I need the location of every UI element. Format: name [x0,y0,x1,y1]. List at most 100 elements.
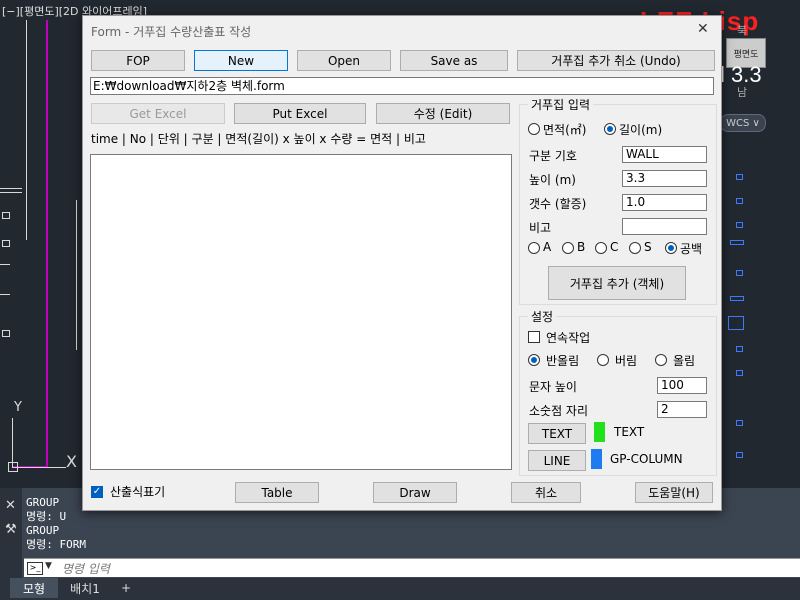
height-label: 높이 (m) [529,173,576,187]
side-c-radio[interactable] [595,242,607,254]
history-line: 명령: FORM [26,538,86,551]
prompt-icon[interactable]: >_ [27,562,43,575]
ucs-origin [8,462,18,472]
ucs-y-axis [12,418,13,468]
drawing-rect [2,212,10,219]
count-field[interactable]: 1.0 [622,194,707,211]
save-as-button[interactable]: Save as [400,50,508,71]
drawing-rect [736,420,743,426]
unit-length-label[interactable]: 길이(m) [619,121,662,138]
drawing-rect [730,240,744,245]
wcs-menu[interactable]: WCS ∨ [720,114,766,132]
round-down-label[interactable]: 버림 [615,352,637,369]
close-icon[interactable]: ✕ [697,21,709,37]
help-button[interactable]: 도움말(H) [635,482,713,503]
code-field[interactable]: WALL [622,146,707,163]
drawing-rect [736,174,743,180]
drawing-rect [2,330,10,337]
drawing-line [46,20,48,468]
version-label: l 3.3 [720,62,762,87]
text-color-swatch[interactable] [594,422,605,442]
continuous-checkbox[interactable] [528,331,540,343]
input-group-legend: 거푸집 입력 [531,98,591,112]
add-formwork-button[interactable]: 거푸집 추가 (객체) [548,266,686,300]
chevron-down-icon[interactable]: ▼ [45,561,52,571]
side-b-radio[interactable] [562,242,574,254]
drawing-line [0,188,22,189]
command-window-handle[interactable]: ✕ ⚒ [0,488,22,578]
tab-layout1[interactable]: 배치1 [62,578,108,598]
tab-model[interactable]: 모형 [10,578,58,598]
side-a-radio[interactable] [528,242,540,254]
history-line: GROUP [26,496,60,509]
entries-list[interactable] [90,154,512,470]
fop-button[interactable]: FOP [91,50,185,71]
decimals-field[interactable]: 2 [657,401,707,418]
dialog-title: Form - 거푸집 수량산출표 작성 [91,25,252,39]
side-b-label[interactable]: B [577,240,585,254]
get-excel-button[interactable]: Get Excel [91,103,225,124]
draw-button[interactable]: Draw [373,482,457,503]
put-excel-button[interactable]: Put Excel [234,103,366,124]
drawing-rect [736,452,743,458]
side-a-label[interactable]: A [543,240,551,254]
unit-area-label[interactable]: 면적(㎡) [543,121,586,138]
side-s-radio[interactable] [629,242,641,254]
side-blank-radio[interactable] [665,242,677,254]
drawing-rect [736,346,743,352]
viewcube-north[interactable]: 북 [737,22,747,38]
round-down-radio[interactable] [597,354,609,366]
drawing-rect [2,240,10,247]
edit-button[interactable]: 수정 (Edit) [376,103,510,124]
marker-checkbox[interactable]: ✓ [91,486,103,498]
file-path-field[interactable]: E:₩download₩지하2층 벽체.form [90,77,714,95]
columns-header: time | No | 단위 | 구분 | 면적(길이) x 높이 x 수량 =… [91,132,426,146]
line-layer-button[interactable]: LINE [528,450,586,471]
side-s-label[interactable]: S [644,240,652,254]
unit-area-radio[interactable] [528,123,540,135]
code-label: 구분 기호 [529,149,577,163]
drawing-rect [736,270,743,276]
history-line: 명령: U [26,510,67,523]
decimals-label: 소숫점 자리 [529,404,589,418]
add-layout-button[interactable]: + [116,578,136,598]
round-up-radio[interactable] [655,354,667,366]
drawing-line [26,20,27,240]
round-up-label[interactable]: 올림 [673,352,695,369]
command-history: GROUP 명령: U GROUP 명령: FORM [26,496,86,552]
line-layer-name: GP-COLUMN [610,452,683,466]
open-button[interactable]: Open [297,50,391,71]
side-blank-label[interactable]: 공백 [680,240,702,257]
axis-x-label: X [66,452,77,471]
text-height-field[interactable]: 100 [657,377,707,394]
marker-label[interactable]: 산출식표기 [110,483,165,500]
drawing-rect [736,198,743,204]
height-field[interactable]: 3.3 [622,170,707,187]
drawing-line [0,192,22,193]
table-button[interactable]: Table [235,482,319,503]
drawing-line [76,200,77,350]
wrench-icon[interactable]: ⚒ [5,522,17,537]
command-line[interactable]: >_ ▼ [24,558,800,577]
command-input[interactable] [60,560,764,577]
history-line: GROUP [26,524,60,537]
note-label: 비고 [529,221,552,235]
text-layer-name: TEXT [614,425,645,439]
drawing-rect [728,316,744,330]
note-field[interactable] [622,218,707,235]
round-half-radio[interactable] [528,354,540,366]
continuous-label[interactable]: 연속작업 [546,329,590,346]
axis-y-label: Y [14,400,22,415]
cancel-button[interactable]: 취소 [511,482,581,503]
unit-length-radio[interactable] [604,123,616,135]
undo-button[interactable]: 거푸집 추가 취소 (Undo) [517,50,715,71]
new-button[interactable]: New [194,50,288,71]
side-c-label[interactable]: C [610,240,618,254]
text-layer-button[interactable]: TEXT [528,423,586,444]
line-color-swatch[interactable] [591,449,602,469]
round-half-label[interactable]: 반올림 [546,352,579,369]
close-icon[interactable]: ✕ [5,498,16,513]
drawing-rect [730,296,744,301]
drawing-rect [736,370,743,376]
count-label: 갯수 (할증) [529,197,587,211]
